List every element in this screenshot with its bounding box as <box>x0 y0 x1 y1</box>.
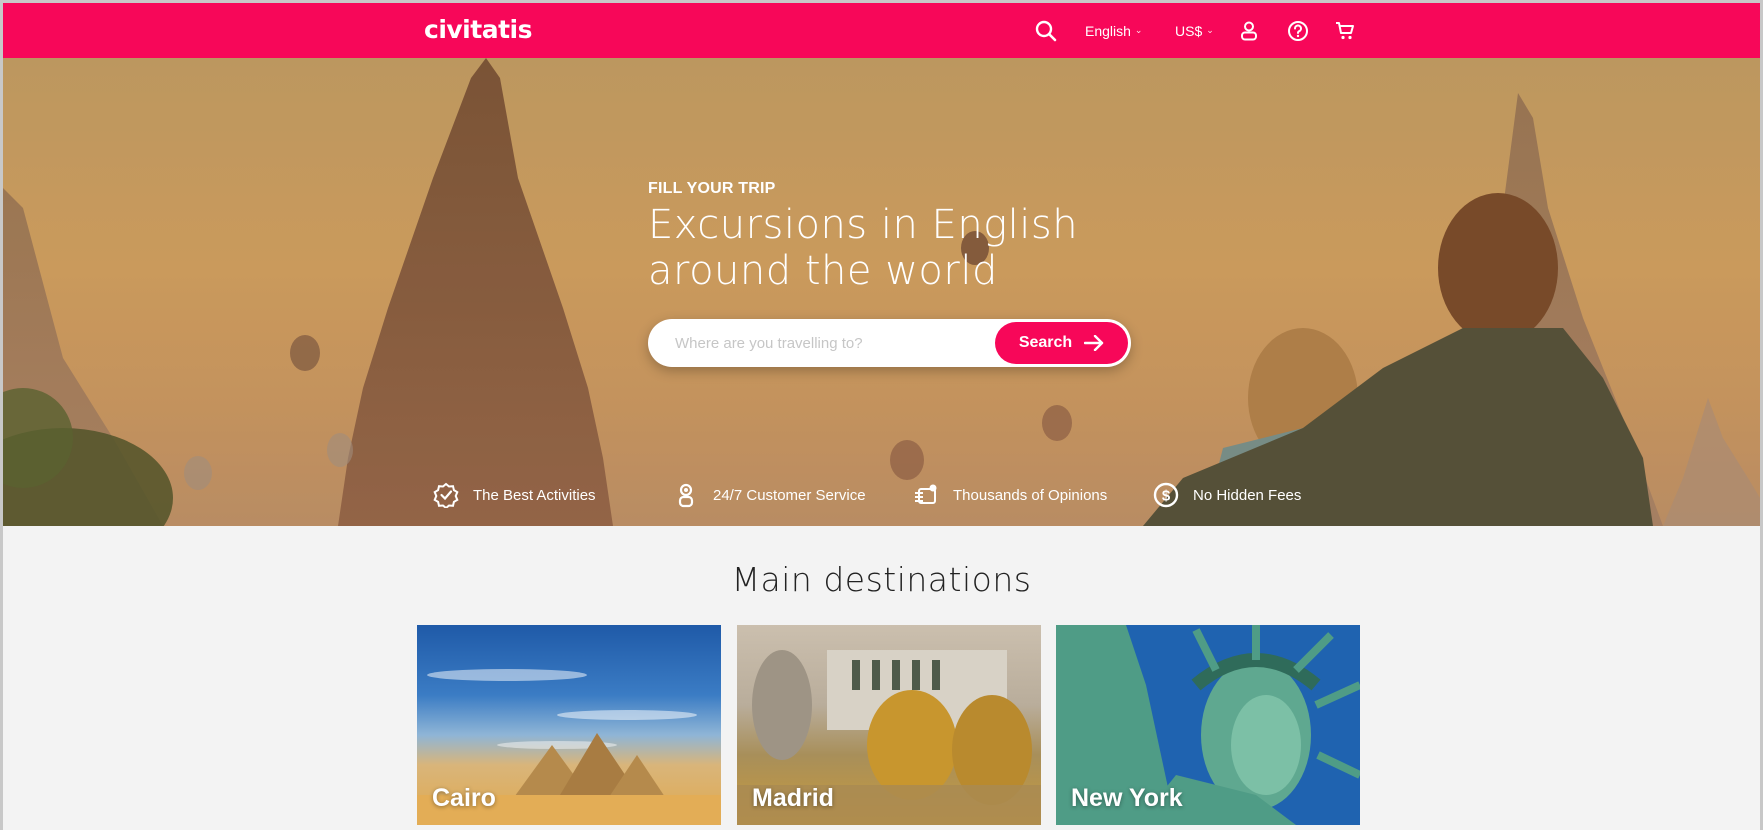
main-destinations-title: Main destinations <box>731 560 1032 599</box>
destination-name: Cairo <box>432 784 496 812</box>
help-button[interactable] <box>1287 3 1309 58</box>
feature-opinions: Thousands of Opinions <box>913 482 1107 508</box>
help-icon <box>1288 20 1308 41</box>
cart-icon <box>1336 21 1354 39</box>
hero-title-line-1: Excursions in English <box>648 202 1079 248</box>
language-label: English <box>1085 22 1131 39</box>
value-proposition-bar: The Best Activities 24/7 Customer Servic… <box>3 482 1760 512</box>
hero-banner: FILL YOUR TRIP Excursions in English aro… <box>3 58 1760 526</box>
user-icon <box>1241 21 1257 40</box>
search-icon <box>1035 20 1057 41</box>
destination-card-new-york[interactable]: New York <box>1056 625 1360 825</box>
feature-label: No Hidden Fees <box>1193 486 1302 504</box>
destination-name: Madrid <box>752 784 834 812</box>
hero-text: FILL YOUR TRIP Excursions in English aro… <box>648 180 1148 294</box>
currency-label: US$ <box>1175 22 1203 39</box>
destination-card-madrid[interactable]: Madrid <box>737 625 1041 825</box>
hero-eyebrow: FILL YOUR TRIP <box>648 180 776 197</box>
search-nav-button[interactable] <box>1035 3 1057 58</box>
search-button-label: Search <box>1018 334 1073 351</box>
hero-title: Excursions in English around the world <box>648 202 1148 294</box>
page: civitatis English ⌄ US$ ⌄ FILL YOUR TRIP… <box>3 3 1760 830</box>
arrow-right-icon <box>1084 335 1104 351</box>
destination-name: New York <box>1071 784 1183 812</box>
feature-no-hidden-fees: $ No Hidden Fees <box>1153 482 1301 508</box>
chevron-down-icon: ⌄ <box>1134 25 1143 35</box>
destination-search-input[interactable] <box>648 319 988 367</box>
destination-card-cairo[interactable]: Cairo <box>417 625 721 825</box>
feature-customer-service: 24/7 Customer Service <box>673 482 866 508</box>
civitatis-logo[interactable]: civitatis <box>424 15 532 44</box>
customer-service-icon <box>678 483 694 508</box>
top-header: civitatis English ⌄ US$ ⌄ <box>3 3 1760 58</box>
user-account-button[interactable] <box>1240 3 1258 58</box>
destination-search-bar: Search <box>648 319 1131 367</box>
feature-label: 24/7 Customer Service <box>713 486 866 504</box>
dollar-icon: $ <box>1153 482 1179 508</box>
hero-title-line-2: around the world <box>648 248 998 294</box>
cart-button[interactable] <box>1335 3 1355 58</box>
feature-label: The Best Activities <box>473 486 596 504</box>
chevron-down-icon: ⌄ <box>1206 25 1214 35</box>
currency-selector[interactable]: US$ ⌄ <box>1175 3 1214 58</box>
svg-text:$: $ <box>1162 488 1171 505</box>
language-selector[interactable]: English ⌄ <box>1085 3 1142 58</box>
verified-badge-icon <box>433 482 459 508</box>
search-button[interactable]: Search <box>995 322 1128 364</box>
opinions-icon <box>915 484 937 504</box>
feature-label: Thousands of Opinions <box>953 486 1108 504</box>
feature-best-activities: The Best Activities <box>433 482 596 508</box>
